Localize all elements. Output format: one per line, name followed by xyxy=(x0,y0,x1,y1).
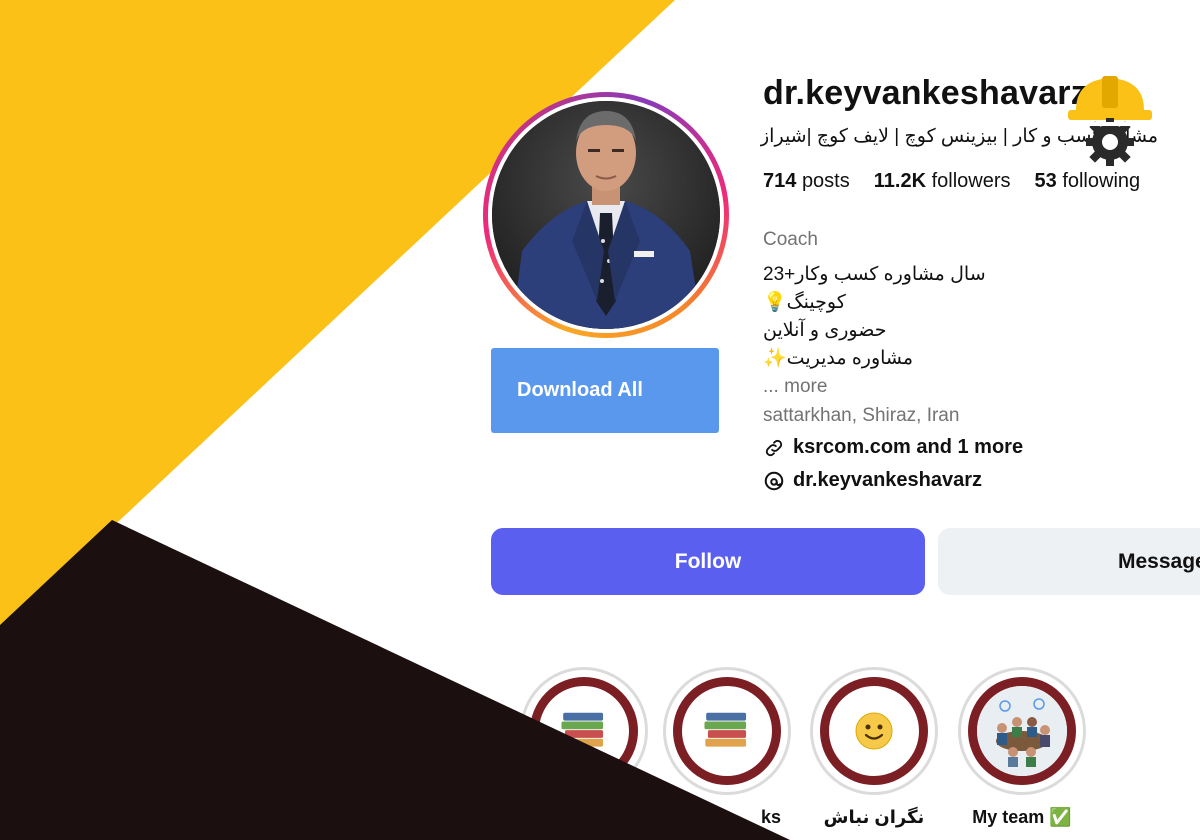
bio-line: 23+سال مشاوره کسب وکار xyxy=(763,264,986,285)
story-highlight[interactable]: ks xyxy=(663,667,791,828)
bio-line: ✨مشاوره مدیریت xyxy=(763,348,914,369)
following-stat[interactable]: 53 following xyxy=(1035,170,1141,193)
profile-username: dr.keyvankeshavarz xyxy=(763,74,1088,112)
threads-link[interactable]: dr.keyvankeshavarz xyxy=(763,469,982,492)
books-icon xyxy=(530,677,638,785)
link-text: ksrcom.com and 1 more xyxy=(793,436,1024,458)
message-button[interactable]: Message xyxy=(938,528,1200,595)
profile-stats: 714 posts 11.2K followers 53 following xyxy=(763,170,1140,193)
bio-more-link[interactable]: ... more xyxy=(763,373,986,401)
profile-bio: 23+سال مشاوره کسب وکار 💡کوچینگ حضوری و آ… xyxy=(763,261,986,401)
bio-line: حضوری و آنلاین xyxy=(763,320,887,341)
highlight-label: نگران نباش xyxy=(823,807,925,827)
helmet-gear-logo-icon xyxy=(1068,76,1152,166)
profile-location: sattarkhan, Shiraz, Iran xyxy=(763,405,960,426)
avatar xyxy=(492,101,720,329)
team-icon xyxy=(968,677,1076,785)
avatar-photo xyxy=(492,101,720,329)
download-all-button[interactable]: Download All xyxy=(491,348,719,433)
highlight-label: ks xyxy=(760,807,781,827)
threads-icon xyxy=(763,470,785,492)
books-icon xyxy=(673,677,781,785)
profile-header: Download All dr.keyvankeshavarz مشاور کس… xyxy=(0,0,1200,840)
story-highlight[interactable] xyxy=(520,667,648,807)
link-icon xyxy=(763,437,785,459)
threads-handle: dr.keyvankeshavarz xyxy=(793,469,983,491)
highlight-label: My team ✅ xyxy=(972,807,1072,827)
profile-category: Coach xyxy=(763,229,818,250)
story-highlight[interactable]: نگران نباش xyxy=(810,667,938,828)
profile-avatar-story-ring[interactable] xyxy=(483,92,729,338)
profile-external-link[interactable]: ksrcom.com and 1 more xyxy=(763,436,1023,459)
follow-button[interactable]: Follow xyxy=(491,528,925,595)
posts-stat: 714 posts xyxy=(763,170,850,192)
bio-line: 💡کوچینگ xyxy=(763,292,846,313)
followers-stat[interactable]: 11.2K followers xyxy=(874,170,1011,193)
story-highlight[interactable]: My team ✅ xyxy=(958,667,1086,828)
smiley-icon xyxy=(820,677,928,785)
